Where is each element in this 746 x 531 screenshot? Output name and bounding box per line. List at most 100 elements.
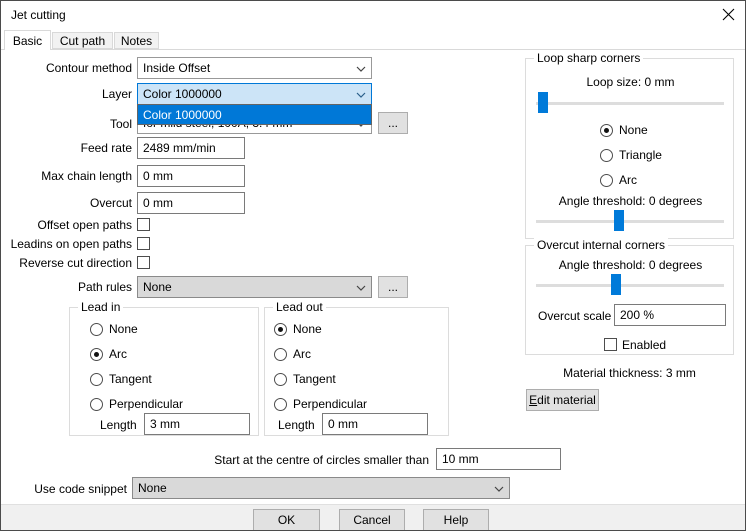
path-rules-combobox[interactable]: None [137, 276, 372, 298]
lead-in-tangent-radio[interactable]: Tangent [90, 372, 152, 386]
lead-out-none-radio[interactable]: None [274, 322, 322, 336]
close-icon[interactable] [721, 7, 736, 25]
contour-method-value: Inside Offset [143, 61, 210, 75]
enabled-label: Enabled [622, 338, 666, 352]
lead-in-arc-radio[interactable]: Arc [90, 347, 127, 361]
loop-size-label: Loop size: 0 mm [526, 75, 735, 89]
overcut-angle-slider-thumb[interactable] [611, 274, 621, 295]
tab-basic[interactable]: Basic [4, 30, 51, 50]
radio-icon [274, 348, 287, 361]
lead-in-title: Lead in [78, 300, 123, 314]
lead-out-title: Lead out [273, 300, 326, 314]
radio-icon [90, 323, 103, 336]
feed-rate-field[interactable]: 2489 mm/min [137, 137, 245, 159]
overcut-field[interactable]: 0 mm [137, 192, 245, 214]
radio-icon [90, 398, 103, 411]
path-rules-browse-button[interactable]: ... [378, 276, 408, 298]
loop-size-slider-thumb[interactable] [538, 92, 548, 113]
tab-cut-path-label: Cut path [60, 34, 105, 48]
loop-triangle-label: Triangle [619, 148, 662, 162]
window-title: Jet cutting [11, 8, 66, 22]
overcut-internal-corners-title: Overcut internal corners [534, 238, 668, 252]
layer-combobox[interactable]: Color 1000000 [137, 83, 372, 105]
radio-selected-icon [90, 348, 103, 361]
loop-none-radio[interactable]: None [600, 123, 648, 137]
tool-browse-label: ... [388, 116, 398, 130]
contour-method-combobox[interactable]: Inside Offset [137, 57, 372, 79]
lead-out-arc-radio[interactable]: Arc [274, 347, 311, 361]
lead-out-tangent-radio[interactable]: Tangent [274, 372, 336, 386]
tool-browse-button[interactable]: ... [378, 112, 408, 134]
path-rules-label: Path rules [1, 280, 132, 294]
radio-icon [274, 373, 287, 386]
lead-out-perpendicular-radio[interactable]: Perpendicular [274, 397, 367, 411]
radio-icon [600, 149, 613, 162]
leadins-on-open-paths-checkbox[interactable] [137, 237, 150, 250]
loop-triangle-radio[interactable]: Triangle [600, 148, 662, 162]
chevron-down-icon [356, 92, 366, 98]
lead-out-length-value: 0 mm [328, 417, 358, 431]
edit-material-button[interactable]: Edit material [526, 389, 599, 411]
edit-material-label: Edit material [529, 393, 596, 407]
chevron-down-icon [356, 285, 366, 291]
lead-in-length-value: 3 mm [150, 417, 180, 431]
loop-arc-label: Arc [619, 173, 637, 187]
loop-size-slider-track[interactable] [536, 102, 724, 105]
layer-label: Layer [1, 87, 132, 101]
contour-method-label: Contour method [1, 61, 132, 75]
cancel-label: Cancel [353, 513, 390, 527]
max-chain-length-field[interactable]: 0 mm [137, 165, 245, 187]
leadins-on-open-paths-label: Leadins on open paths [1, 237, 132, 251]
tab-strip-divider [1, 49, 746, 50]
start-centre-value: 10 mm [442, 452, 479, 466]
overcut-scale-field[interactable]: 200 % [614, 304, 726, 326]
use-code-snippet-label: Use code snippet [1, 482, 127, 496]
tab-cut-path[interactable]: Cut path [52, 32, 113, 49]
lead-in-tangent-label: Tangent [109, 372, 152, 386]
material-thickness-label: Material thickness: 3 mm [525, 366, 734, 380]
start-centre-label: Start at the centre of circles smaller t… [101, 453, 429, 467]
lead-in-perpendicular-label: Perpendicular [109, 397, 183, 411]
loop-sharp-corners-group: Loop sharp corners Loop size: 0 mm None … [525, 58, 734, 239]
loop-angle-slider-track[interactable] [536, 220, 724, 223]
lead-in-length-label: Length [100, 418, 137, 432]
chevron-down-icon [494, 486, 504, 492]
lead-out-group: Lead out None Arc Tangent Perpendicular … [264, 307, 449, 436]
lead-out-tangent-label: Tangent [293, 372, 336, 386]
tool-label: Tool [1, 117, 132, 131]
overcut-angle-slider-track[interactable] [536, 284, 724, 287]
layer-dropdown-item[interactable]: Color 1000000 [138, 105, 371, 124]
lead-out-none-label: None [293, 322, 322, 336]
reverse-cut-direction-checkbox[interactable] [137, 256, 150, 269]
reverse-cut-direction-label: Reverse cut direction [1, 256, 132, 270]
path-rules-value: None [143, 280, 172, 294]
feed-rate-value: 2489 mm/min [143, 141, 216, 155]
lead-in-perpendicular-radio[interactable]: Perpendicular [90, 397, 183, 411]
lead-in-length-field[interactable]: 3 mm [144, 413, 250, 435]
loop-none-label: None [619, 123, 648, 137]
start-centre-field[interactable]: 10 mm [436, 448, 561, 470]
lead-out-length-field[interactable]: 0 mm [322, 413, 428, 435]
loop-angle-threshold-label: Angle threshold: 0 degrees [526, 194, 735, 208]
lead-out-length-label: Length [278, 418, 315, 432]
tab-notes[interactable]: Notes [114, 32, 159, 49]
radio-icon [90, 373, 103, 386]
enabled-checkbox[interactable] [604, 338, 617, 351]
ok-button[interactable]: OK [253, 509, 320, 531]
radio-selected-icon [600, 124, 613, 137]
loop-angle-slider-thumb[interactable] [614, 210, 624, 231]
overcut-scale-value: 200 % [620, 308, 654, 322]
offset-open-paths-checkbox[interactable] [137, 218, 150, 231]
loop-arc-radio[interactable]: Arc [600, 173, 637, 187]
cancel-button[interactable]: Cancel [339, 509, 405, 531]
radio-icon [274, 398, 287, 411]
lead-in-none-radio[interactable]: None [90, 322, 138, 336]
lead-in-arc-label: Arc [109, 347, 127, 361]
max-chain-length-value: 0 mm [143, 169, 173, 183]
feed-rate-label: Feed rate [1, 141, 132, 155]
use-code-snippet-value: None [138, 481, 167, 495]
help-button[interactable]: Help [423, 509, 489, 531]
max-chain-length-label: Max chain length [1, 169, 132, 183]
overcut-angle-threshold-label: Angle threshold: 0 degrees [526, 258, 735, 272]
use-code-snippet-combobox[interactable]: None [132, 477, 510, 499]
